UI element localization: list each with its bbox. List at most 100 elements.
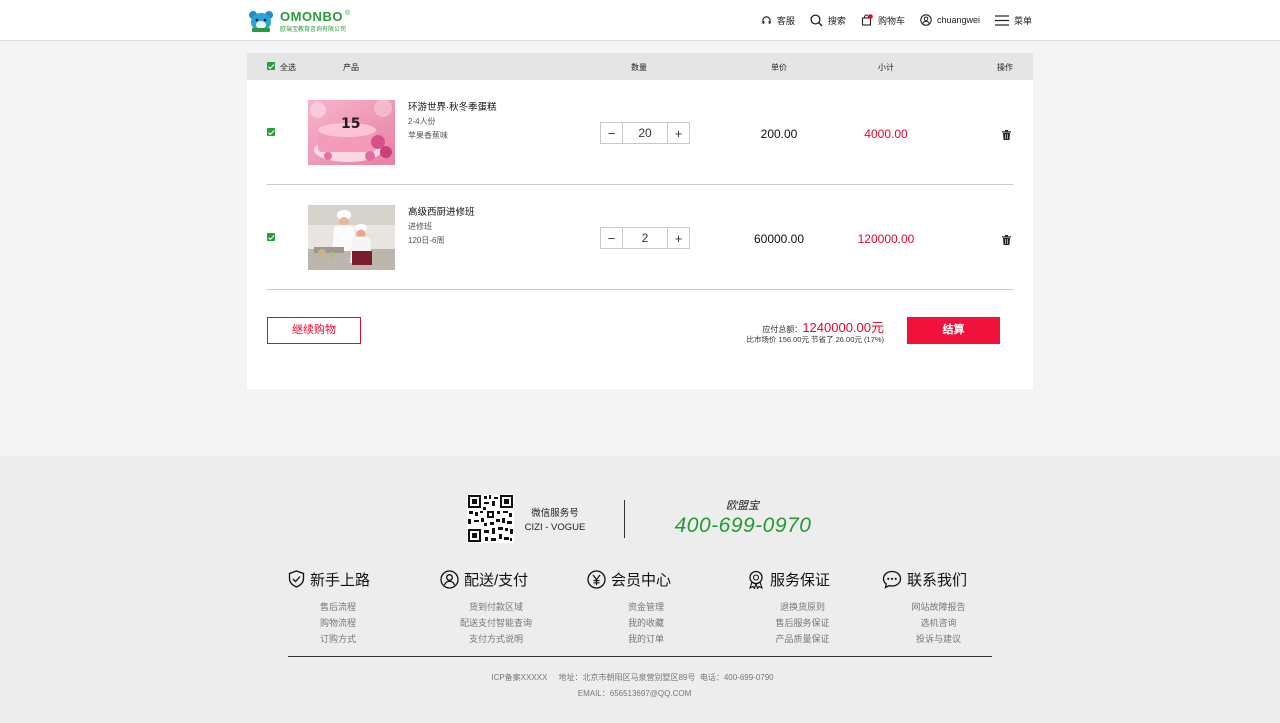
nav-menu-label: 菜单 — [1013, 15, 1032, 26]
footer-link[interactable]: 订购方式 — [288, 631, 388, 647]
footer-column-title: 联系我们 — [907, 571, 968, 589]
footer-link[interactable]: 售后服务保证 — [747, 615, 858, 631]
nav-username: chuangwei — [936, 15, 980, 25]
column-header-subtotal: 小计 — [878, 63, 894, 72]
shield-icon — [288, 570, 305, 588]
hotline-phone-number[interactable]: 400-699-0970 — [668, 514, 818, 538]
footer-column-member-center: 会员中心 资金管理 我的收藏 我的订单 — [587, 568, 727, 647]
bear-logo-icon — [247, 9, 275, 33]
continue-shopping-button[interactable]: 继续购物 — [267, 317, 361, 344]
search-icon — [810, 13, 823, 26]
savings-note: 比市场价 156.00元 节省了 26.00元 (17%) — [746, 335, 884, 344]
footer-link[interactable]: 产品质量保证 — [747, 631, 858, 647]
total-amount: 1240000.00元 — [802, 320, 884, 335]
column-header-quantity: 数量 — [631, 63, 647, 72]
nav-customer-service[interactable]: 客服 — [761, 14, 795, 27]
nav-search[interactable]: 搜索 — [810, 13, 846, 27]
cart-bag-icon — [861, 14, 873, 26]
delete-item-button[interactable] — [1002, 232, 1011, 250]
total-label: 应付总额： — [762, 325, 803, 334]
column-header-product: 产品 — [343, 63, 359, 72]
checkout-button[interactable]: 结算 — [907, 317, 1000, 344]
column-header-unit-price: 单价 — [771, 63, 787, 72]
product-attribute-duration: 120日-6周 — [408, 236, 445, 245]
footer-link[interactable]: 选机咨询 — [882, 615, 995, 631]
footer-link[interactable]: 配送支付智能查询 — [440, 615, 552, 631]
delete-item-button[interactable] — [1002, 127, 1011, 145]
wechat-info: 微信服务号 CIZI - VOGUE — [524, 507, 586, 535]
hamburger-menu-icon — [994, 14, 1009, 26]
top-navigation-bar: OMONBO ® 欧瑞宝教育咨询有限公司 客服 搜索 购物车 chuangwei … — [0, 0, 1280, 41]
footer-email[interactable]: EMAIL：656513697@QQ.COM — [0, 688, 1269, 699]
chat-icon — [882, 570, 902, 589]
site-logo[interactable]: OMONBO ® 欧瑞宝教育咨询有限公司 — [247, 8, 350, 34]
award-icon — [749, 570, 763, 589]
decrease-quantity-button[interactable]: − — [601, 228, 623, 248]
item-checkbox[interactable] — [267, 128, 275, 136]
footer-link[interactable]: 购物流程 — [288, 615, 388, 631]
footer-link[interactable]: 货到付款区域 — [440, 599, 552, 615]
product-attribute-portion: 2-4人份 — [408, 117, 436, 126]
quantity-input[interactable]: 2 — [623, 228, 667, 248]
footer-divider-vertical — [624, 500, 625, 538]
nav-menu[interactable]: 菜单 — [994, 14, 1032, 27]
decrease-quantity-button[interactable]: − — [601, 123, 623, 143]
increase-quantity-button[interactable]: + — [667, 123, 689, 143]
cart-table-header: 全选 产品 数量 单价 小计 操作 — [247, 53, 1033, 80]
unit-price: 60000.00 — [753, 232, 805, 246]
footer-link[interactable]: 售后流程 — [288, 599, 388, 615]
quantity-input[interactable]: 20 — [623, 123, 667, 143]
product-image-chef-class[interactable] — [308, 205, 395, 270]
nav-service-label: 客服 — [776, 15, 795, 26]
nav-cart-label: 购物车 — [877, 15, 905, 26]
footer-link[interactable]: 我的订单 — [587, 631, 705, 647]
nav-search-label: 搜索 — [827, 15, 846, 26]
item-subtotal: 4000.00 — [864, 127, 908, 141]
trash-icon — [1002, 130, 1011, 140]
quantity-stepper: − 2 + — [600, 227, 690, 249]
product-name[interactable]: 环游世界·秋冬季蛋糕 — [408, 99, 497, 113]
cart-item-row: 高级西厨进修班 进修班 120日-6周 − 2 + 60000.00 12000… — [267, 185, 1013, 290]
top-nav-menu: 客服 搜索 购物车 chuangwei 菜单 — [746, 0, 1032, 40]
footer-link[interactable]: 网站故障报告 — [882, 599, 995, 615]
footer-copyright-address: ICP备案XXXXX 地址：北京市朝阳区马泉营别墅区89号 电话：400-699… — [491, 673, 774, 682]
product-attribute-type: 进修班 — [408, 222, 432, 231]
footer-column-delivery-payment: 配送/支付 货到付款区域 配送支付智能查询 支付方式说明 — [440, 568, 580, 647]
nav-user-account[interactable]: chuangwei — [920, 14, 980, 26]
trash-icon — [1002, 235, 1011, 245]
headset-icon — [762, 15, 771, 24]
footer-link[interactable]: 投诉与建议 — [882, 631, 995, 647]
footer-column-service-guarantee: 服务保证 退换货原则 售后服务保证 产品质量保证 — [747, 568, 887, 647]
product-image-cake[interactable]: 15 — [308, 100, 395, 165]
footer-column-title: 新手上路 — [310, 571, 371, 589]
cart-item-row: 15 环游世界·秋冬季蛋糕 2-4人份 苹果香蕉味 − 20 + 200.00 … — [267, 80, 1013, 185]
footer-link[interactable]: 退换货原则 — [747, 599, 858, 615]
unit-price: 200.00 — [760, 127, 798, 141]
footer-link[interactable]: 资金管理 — [587, 599, 705, 615]
footer-link[interactable]: 支付方式说明 — [440, 631, 552, 647]
product-name[interactable]: 高级西厨进修班 — [408, 204, 475, 218]
nav-cart[interactable]: 购物车 — [861, 14, 905, 27]
logo-brand-text: OMONBO — [280, 9, 343, 24]
svg-text:15: 15 — [341, 116, 360, 132]
footer-column-title: 服务保证 — [770, 571, 831, 589]
shopping-cart-panel: 全选 产品 数量 单价 小计 操作 15 环游世界·秋冬季蛋糕 2-4人份 苹果… — [247, 53, 1033, 389]
footer-link[interactable]: 我的收藏 — [587, 615, 705, 631]
site-footer: 微信服务号 CIZI - VOGUE 欧盟宝 400-699-0970 新手上路… — [0, 456, 1280, 723]
select-all-label[interactable]: 全选 — [280, 62, 296, 73]
product-attribute-flavor: 苹果香蕉味 — [408, 131, 448, 140]
footer-column-beginner: 新手上路 售后流程 购物流程 订购方式 — [288, 568, 428, 647]
footer-column-title: 配送/支付 — [464, 571, 529, 589]
wechat-qr-code — [467, 494, 514, 543]
item-checkbox[interactable] — [267, 233, 275, 241]
footer-column-title: 会员中心 — [611, 571, 672, 589]
increase-quantity-button[interactable]: + — [667, 228, 689, 248]
user-circle-icon — [920, 14, 932, 26]
quantity-stepper: − 20 + — [600, 122, 690, 144]
logo-company-name: 欧瑞宝教育咨询有限公司 — [280, 27, 347, 33]
wechat-label: 微信服务号 — [531, 508, 579, 519]
select-all-checkbox[interactable] — [267, 62, 275, 72]
wechat-account-name: CIZI - VOGUE — [524, 522, 586, 533]
logo-registered-mark: ® — [344, 9, 351, 17]
footer-divider — [288, 656, 992, 657]
